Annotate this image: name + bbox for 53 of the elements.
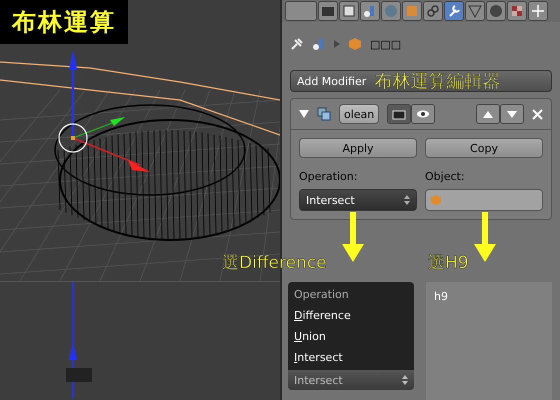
down-arrow [342,212,364,262]
move-down-button[interactable] [500,104,524,124]
menu-item[interactable]: Union [288,326,414,347]
operation-dropdown[interactable]: Intersect [288,370,414,390]
layers-icon [341,3,357,19]
data-icon [467,3,483,19]
operation-label: Operation: [299,169,358,183]
modifier-button[interactable]: Apply [299,138,417,158]
up-down-arrows-icon [402,375,408,385]
down-arrow [474,212,496,262]
expand-triangle-icon[interactable] [299,110,309,118]
properties-tab[interactable] [444,1,464,21]
object-name: □□□ [370,38,402,50]
properties-tab[interactable] [339,1,359,21]
scene-icon [312,37,326,51]
properties-tab[interactable] [360,1,380,21]
material-icon [488,3,504,19]
add-modifier-dropdown[interactable]: Add Modifier 布林運算編輯器 [290,70,552,92]
world-icon [383,3,399,19]
annotation-text: 選Difference [222,252,327,274]
up-down-arrows-icon [404,195,410,205]
search-result[interactable]: h9 [434,290,544,303]
particles-icon [530,3,546,19]
properties-tab[interactable] [528,1,548,21]
up-triangle-icon [483,110,493,118]
chevron-icon [334,40,340,48]
editor-type-button[interactable] [285,1,317,21]
viewport-toggle[interactable] [411,104,436,124]
modifier-name-field[interactable]: olean [339,104,380,124]
close-icon[interactable] [532,108,543,120]
move-up-button[interactable] [476,104,500,124]
down-triangle-icon [507,110,517,118]
properties-tab[interactable] [507,1,527,21]
camera-icon [392,108,406,120]
operation-dropdown[interactable]: Intersect [299,189,417,211]
annotation-text: 布林運算編輯器 [374,70,500,93]
object-label: Object: [425,169,466,183]
boolean-icon [317,107,331,121]
menu-item[interactable]: Intersect [288,347,414,368]
menu-item[interactable]: Difference [288,305,414,326]
cube-icon [348,37,362,51]
menu-title: Operation [293,287,350,303]
cube-icon [430,194,442,206]
modifier-button[interactable]: Copy [425,138,543,158]
object-icon [404,3,420,19]
pin-icon[interactable] [290,37,304,51]
viewport-title: 布林運算 [0,0,128,44]
render-toggle[interactable] [387,104,412,124]
texture-icon [509,3,525,19]
eye-icon [416,109,430,119]
constraints-icon [425,3,441,19]
annotation-text: 選H9 [428,252,469,274]
object-field[interactable] [425,189,543,211]
